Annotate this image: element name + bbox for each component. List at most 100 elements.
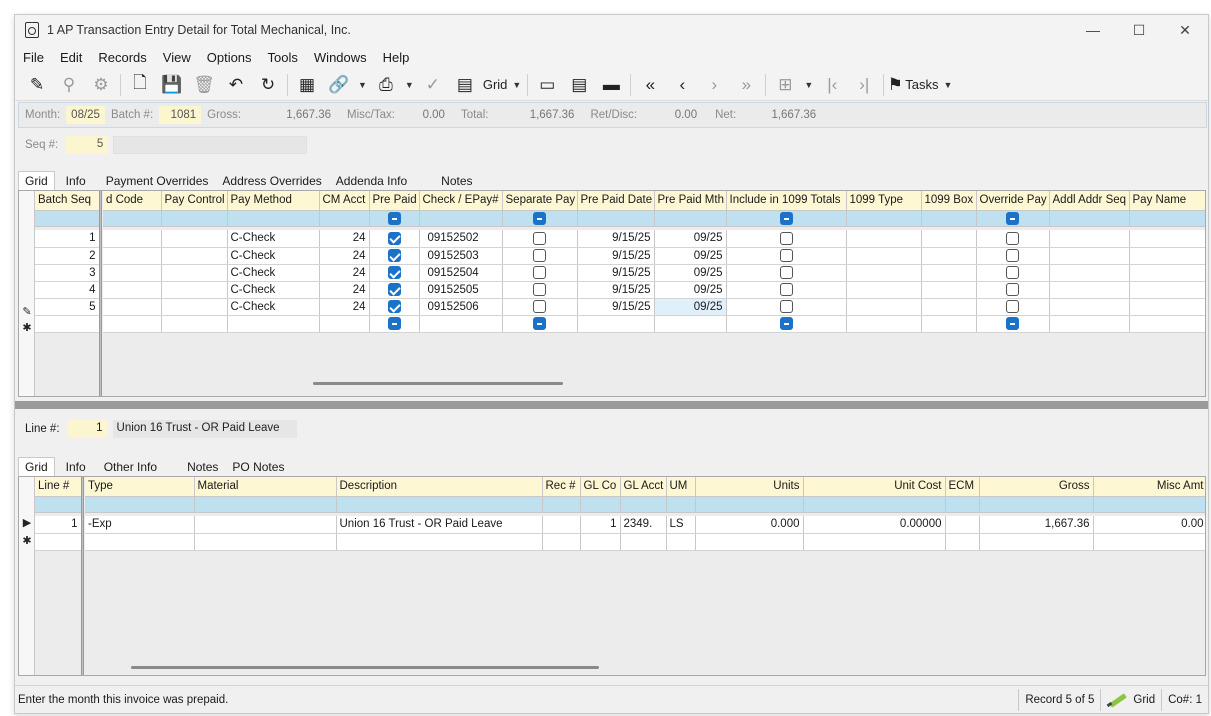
filter-override-pay-checkbox[interactable] [1006,211,1019,225]
tab-po-notes[interactable]: PO Notes [225,457,291,476]
flag-icon[interactable]: ⚑ [887,71,903,99]
pay-name-cell[interactable] [1129,298,1205,316]
addl-addr-seq-cell[interactable] [1049,298,1130,316]
1099-type-cell[interactable] [846,298,922,316]
include-1099-cell[interactable] [726,247,847,265]
minimize-button[interactable]: — [1070,15,1116,45]
include-1099-cell[interactable] [726,298,847,316]
col-line-number[interactable]: Line # [35,477,82,497]
pre-paid-mth-cell[interactable]: 09/25 [654,264,727,282]
separate-pay-cell[interactable] [502,264,578,282]
description-cell[interactable]: Union 16 Trust - OR Paid Leave [336,516,543,534]
gl-co-cell[interactable]: 1 [580,516,621,534]
new-row-cell[interactable] [35,533,82,551]
d-code-cell[interactable] [103,230,162,248]
include-1099-checkbox[interactable] [779,231,793,245]
pre-paid-cell[interactable] [369,247,420,265]
pre-paid-mth-cell[interactable]: 09/25 [654,230,727,248]
col-pre-paid[interactable]: Pre Paid [369,191,420,211]
pre-paid-date-cell[interactable]: 9/15/25 [577,298,655,316]
col-addl-addr-seq[interactable]: Addl Addr Seq [1049,191,1130,211]
tab-grid-lower[interactable]: Grid [18,457,55,476]
separate-pay-checkbox[interactable] [533,266,546,279]
check-epay-cell[interactable]: 09152504 [419,264,503,282]
menu-edit[interactable]: Edit [52,50,90,65]
filter-cell[interactable] [577,210,655,227]
menu-view[interactable]: View [155,50,199,65]
1099-type-cell[interactable] [846,230,922,248]
delete-icon[interactable]: 🗑 [188,71,220,99]
1099-box-cell[interactable] [921,247,977,265]
col-1099-type[interactable]: 1099 Type [846,191,922,211]
override-pay-cell[interactable] [976,247,1050,265]
filter-cell[interactable] [319,210,370,227]
tasks-label[interactable]: Tasks [905,77,938,92]
include-1099-cell[interactable] [726,264,847,282]
filter-cell[interactable] [1049,210,1130,227]
filter-cell[interactable] [419,210,503,227]
menu-options[interactable]: Options [199,50,260,65]
filter-cell[interactable] [580,496,621,513]
tab-address-overrides[interactable]: Address Overrides [215,171,328,190]
rec-number-cell[interactable] [542,516,581,534]
filter-cell[interactable] [227,210,320,227]
unit-cost-cell[interactable]: 0.00000 [803,516,946,534]
pre-paid-cell[interactable] [369,264,420,282]
check-epay-cell[interactable]: 09152506 [419,298,503,316]
refresh-icon[interactable]: ↻ [252,71,284,99]
pay-control-cell[interactable] [161,281,228,299]
new-row[interactable] [103,315,1205,333]
filter-cell[interactable] [194,496,337,513]
menu-tools[interactable]: Tools [260,50,306,65]
table-row[interactable]: -Exp Union 16 Trust - OR Paid Leave 1 23… [85,516,1205,534]
separate-pay-checkbox[interactable] [533,249,546,262]
col-misc-amt[interactable]: Misc Amt [1093,477,1205,497]
tab-notes-lower[interactable]: Notes [180,457,225,476]
material-cell[interactable] [194,516,337,534]
tab-grid[interactable]: Grid [18,171,55,190]
batch-seq-cell[interactable]: 1 [35,230,100,248]
gross-cell[interactable]: 1,667.36 [979,516,1094,534]
new-row-cell[interactable] [35,315,100,333]
misc-amt-cell[interactable]: 0.00 [1093,516,1205,534]
1099-type-cell[interactable] [846,247,922,265]
new-row-pre-paid-checkbox[interactable] [387,317,401,330]
addl-addr-seq-cell[interactable] [1049,281,1130,299]
addl-addr-seq-cell[interactable] [1049,230,1130,248]
attachment-dropdown-icon[interactable]: ▼ [358,80,367,90]
separate-pay-cell[interactable] [502,247,578,265]
override-pay-checkbox[interactable] [1006,231,1019,245]
cm-acct-cell[interactable]: 24 [319,230,370,248]
menu-file[interactable]: File [15,50,52,65]
1099-box-cell[interactable] [921,281,977,299]
binoculars-icon[interactable]: ⚲ [53,71,85,99]
filter-cell[interactable] [620,496,667,513]
calculator-icon[interactable]: ▦ [291,71,323,99]
edit-form-icon[interactable]: ✎ [21,71,53,99]
pre-paid-date-cell[interactable]: 9/15/25 [577,247,655,265]
gl-acct-cell[interactable]: 2349. [620,516,667,534]
print-icon[interactable]: ⎙ [370,71,402,99]
pay-control-cell[interactable] [161,247,228,265]
col-type[interactable]: Type [85,477,195,497]
filter-include-1099-checkbox[interactable] [779,211,793,225]
col-pre-paid-date[interactable]: Pre Paid Date [577,191,655,211]
filter-cell[interactable] [85,496,195,513]
table-row[interactable]: C-Check 24 09152504 9/15/25 09/25 [103,264,1205,282]
include-1099-checkbox[interactable] [779,266,793,279]
gear-icon[interactable]: ⚙ [85,71,117,99]
units-cell[interactable]: 0.000 [695,516,804,534]
filter-cell[interactable] [1093,496,1205,513]
new-row-separate-pay-checkbox[interactable] [533,317,546,330]
cm-acct-cell[interactable]: 24 [319,281,370,299]
include-1099-checkbox[interactable] [779,283,793,296]
table-row[interactable]: C-Check 24 09152506 9/15/25 09/25 [103,298,1205,316]
filter-cell[interactable] [976,210,1050,227]
filter-cell[interactable] [945,496,980,513]
tab-info-lower[interactable]: Info [59,457,93,476]
menu-windows[interactable]: Windows [306,50,375,65]
col-units[interactable]: Units [695,477,804,497]
include-1099-checkbox[interactable] [779,249,793,262]
type-cell[interactable]: -Exp [85,516,195,534]
pre-paid-checkbox[interactable] [387,283,401,296]
